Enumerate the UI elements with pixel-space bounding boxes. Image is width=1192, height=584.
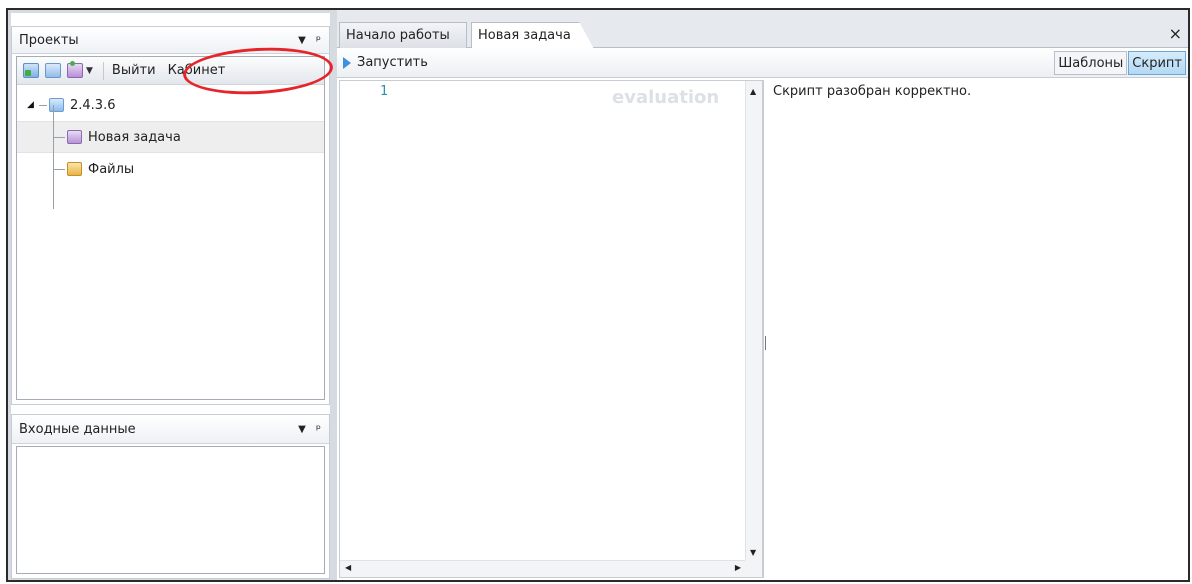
- output-message: Скрипт разобран корректно.: [773, 84, 972, 99]
- tab-label: Начало работы: [346, 28, 450, 43]
- add-project-icon[interactable]: [23, 63, 39, 78]
- exit-button[interactable]: Выйти: [110, 63, 161, 78]
- tree-item-root[interactable]: ◢ 2.4.3.6: [17, 89, 324, 121]
- input-panel-title: Входные данные: [19, 421, 136, 437]
- templates-button[interactable]: Шаблоны: [1054, 51, 1128, 75]
- cabinet-button[interactable]: Кабинет: [163, 63, 231, 78]
- folder-icon: [67, 162, 82, 176]
- expand-triangle-icon[interactable]: ◢: [27, 100, 39, 110]
- left-column: Проекты ▼ ᵖ ▼ Выйти Кабинет ◢ 2.4.3.6 Но…: [11, 13, 330, 579]
- tree-connector: [53, 168, 65, 170]
- add-task-icon[interactable]: [67, 61, 83, 78]
- tree-connector: [53, 136, 65, 138]
- scrollbar-corner: [745, 560, 762, 577]
- view-switcher: Шаблоны Скрипт: [1054, 51, 1186, 75]
- scroll-right-icon[interactable]: ▶: [735, 563, 741, 572]
- input-panel-dropdown-icon[interactable]: ▼: [298, 424, 306, 435]
- projects-panel-pin-icon[interactable]: ᵖ: [316, 33, 321, 47]
- splitter-grip: [765, 336, 766, 350]
- tree-item-label: Файлы: [88, 161, 135, 177]
- input-panel-pin-icon[interactable]: ᵖ: [316, 422, 321, 436]
- line-number: 1: [380, 84, 388, 99]
- tree-connector: [39, 104, 47, 106]
- projects-panel-body: ▼ Выйти Кабинет ◢ 2.4.3.6 Новая задача Ф…: [16, 56, 325, 400]
- run-button[interactable]: Запустить: [337, 55, 428, 70]
- script-editor[interactable]: 1 evaluation ▲ ▼ ◀ ▶: [339, 80, 763, 578]
- scroll-down-icon[interactable]: ▼: [750, 548, 756, 557]
- close-icon[interactable]: ×: [1169, 24, 1182, 43]
- tab-strip: Начало работы Новая задача ×: [337, 10, 1188, 49]
- action-bar: Запустить Шаблоны Скрипт: [337, 48, 1188, 78]
- input-data-area[interactable]: [16, 446, 325, 574]
- script-button[interactable]: Скрипт: [1128, 51, 1186, 75]
- tree-item-files[interactable]: Файлы: [17, 153, 324, 185]
- output-panel: Скрипт разобран корректно.: [768, 80, 1186, 578]
- projects-panel-header: Проекты ▼ ᵖ: [12, 27, 329, 54]
- tab-new-task[interactable]: Новая задача: [471, 22, 594, 49]
- add-task-dropdown-icon[interactable]: ▼: [86, 66, 93, 76]
- project-icon: [49, 98, 64, 112]
- tree-vertical-connector: [53, 105, 54, 209]
- toolbar-divider: [102, 61, 104, 80]
- input-panel-header: Входные данные ▼ ᵖ: [12, 415, 329, 444]
- tab-getting-started[interactable]: Начало работы: [339, 22, 467, 48]
- input-data-panel: Входные данные ▼ ᵖ: [11, 414, 330, 579]
- task-icon: [67, 130, 82, 144]
- open-project-icon[interactable]: [45, 63, 61, 78]
- scroll-up-icon[interactable]: ▲: [750, 87, 756, 96]
- left-splitter[interactable]: [330, 10, 337, 580]
- document-area: Начало работы Новая задача × Запустить Ш…: [337, 10, 1188, 580]
- project-tree: ◢ 2.4.3.6 Новая задача Файлы: [17, 85, 324, 209]
- projects-panel-dropdown-icon[interactable]: ▼: [298, 35, 306, 46]
- tree-item-new-task[interactable]: Новая задача: [17, 121, 324, 153]
- scroll-left-icon[interactable]: ◀: [345, 563, 351, 572]
- projects-panel: Проекты ▼ ᵖ ▼ Выйти Кабинет ◢ 2.4.3.6 Но…: [11, 26, 330, 405]
- horizontal-scrollbar[interactable]: ◀ ▶: [340, 560, 747, 577]
- tab-label: Новая задача: [478, 28, 571, 43]
- play-icon: [343, 56, 351, 69]
- projects-toolbar: ▼ Выйти Кабинет: [17, 57, 324, 85]
- application-window: Проекты ▼ ᵖ ▼ Выйти Кабинет ◢ 2.4.3.6 Но…: [6, 8, 1190, 582]
- tree-item-label: 2.4.3.6: [70, 97, 116, 113]
- vertical-scrollbar[interactable]: ▲ ▼: [745, 81, 762, 561]
- run-button-label: Запустить: [357, 55, 428, 70]
- projects-panel-title: Проекты: [19, 32, 79, 48]
- tree-item-label: Новая задача: [88, 129, 181, 145]
- evaluation-watermark: evaluation: [612, 87, 720, 108]
